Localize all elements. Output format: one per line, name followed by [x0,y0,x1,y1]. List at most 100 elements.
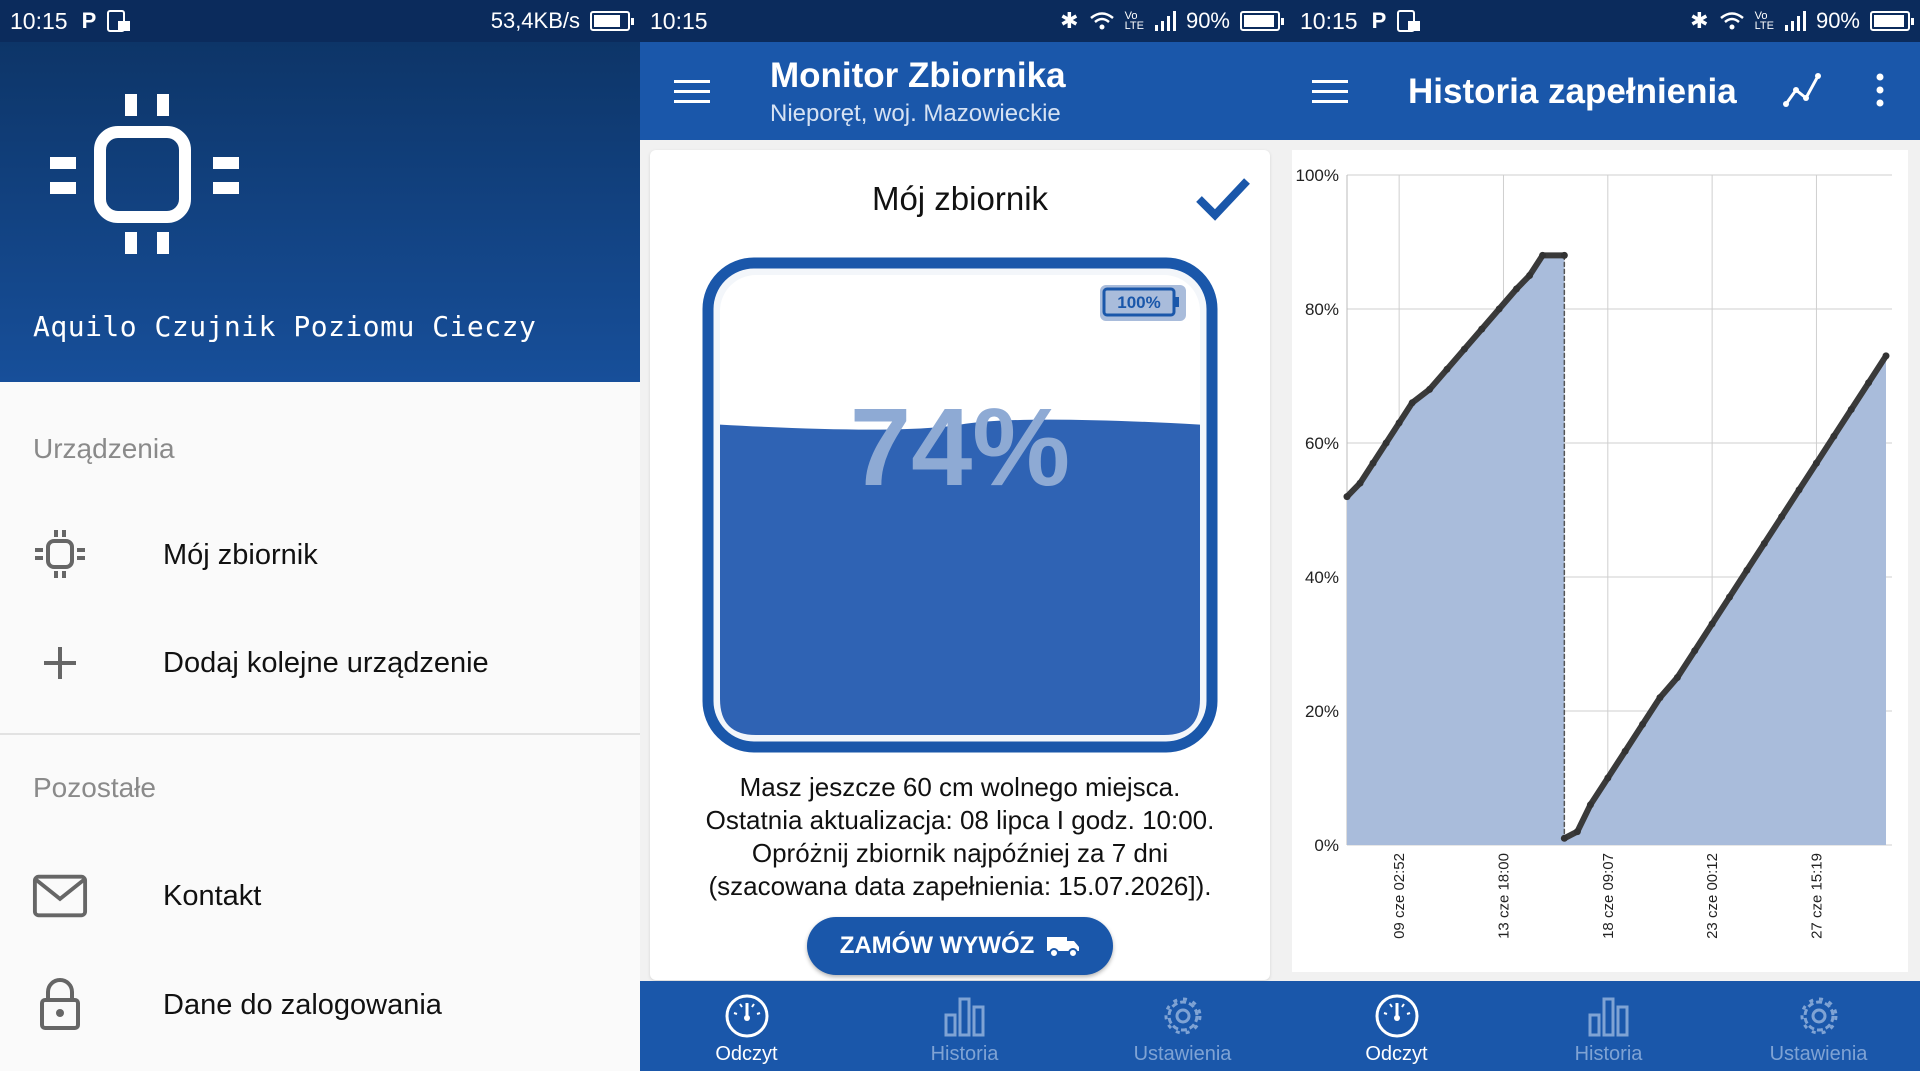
y-tick-label: 100% [1296,166,1339,185]
wifi-icon [1719,12,1744,30]
data-point [1513,285,1521,293]
fill-history-panel: 10:15 P ✱ Vo LTE 90% Historia zapełnienia… [1290,0,1920,1071]
nav-label: Odczyt [715,1043,778,1065]
status-time: 10:15 [650,7,708,34]
data-point [1495,305,1503,313]
section-others-label: Pozostałe [33,772,156,803]
data-point [1343,493,1351,501]
nav-tab-settings[interactable]: Ustawienia [1076,981,1289,1071]
sensor-icon [32,527,88,583]
tank-name: Mój zbiornik [871,180,1049,217]
nav-label: Historia [930,1043,999,1065]
data-point [1573,828,1581,836]
volte-icon: Vo LTE [1124,10,1144,32]
chart-mode-icon[interactable] [1782,70,1822,110]
data-point [1882,352,1890,360]
status-time: 10:15 [1300,7,1358,34]
data-point [1539,251,1547,259]
fill-history-chart: 0% 20% 40% 60% 80% 100% 09 cze 02:52 13 cze 18:… [1296,166,1920,939]
area-fill [1347,255,1886,845]
sensor-logo-icon [50,94,239,254]
battery-percent: 90% [1815,8,1860,33]
nav-tab-settings[interactable]: Ustawienia [1712,981,1920,1071]
app-bar-subtitle: Nieporęt, woj. Mazowieckie [770,100,1061,127]
status-time: 10:15 [10,7,68,34]
nav-label: Historia [1574,1043,1643,1065]
y-tick-label: 80% [1305,300,1339,319]
status-right: ✱ Vo LTE 90% [1690,8,1914,34]
section-divider [0,733,640,735]
data-point [1865,379,1873,387]
tank-card: Mój zbiornik 100% 74% Masz jeszcze 60 cm… [650,150,1270,980]
signal-icon [1784,11,1806,31]
plus-icon [32,635,88,691]
gear-icon [1800,997,1837,1035]
menu-hamburger-icon[interactable] [1312,80,1348,104]
x-tick-label: 23 cze 00:12 [1704,853,1721,939]
app-bar-title: Historia zapełnienia [1408,72,1737,111]
sim-icon [1397,10,1421,32]
gauge-icon [725,994,768,1038]
battery-badge-icon: 100% [1100,285,1186,321]
data-point [1795,486,1803,494]
menu-item-add-device[interactable]: Dodaj kolejne urządzenie [0,618,640,708]
data-point [1395,419,1403,427]
data-point [1382,439,1390,447]
bluetooth-icon: ✱ [1060,8,1079,33]
empty-deadline-text: Opróżnij zbiornik najpóźniej za 7 dni [751,838,1169,868]
x-tick-label: 18 cze 09:07 [1600,853,1617,939]
x-tick-label: 13 cze 18:00 [1495,853,1512,939]
data-point [1478,325,1486,333]
y-tick-label: 20% [1305,702,1339,721]
status-right: 53,4KB/s [490,8,634,34]
status-bar: 10:15 ✱ Vo LTE 90% [640,0,1290,42]
data-point [1526,272,1534,279]
nav-tab-reading[interactable]: Odczyt [1290,981,1503,1071]
data-point [1369,459,1377,467]
menu-item-login-data[interactable]: Dane do zalogowania [0,960,640,1050]
lock-icon [32,977,88,1033]
menu-item-contact[interactable]: Kontakt [0,851,640,941]
status-notification-icons: P [82,8,133,34]
nav-tab-reading[interactable]: Odczyt [640,981,853,1071]
checkmark-icon [1196,178,1250,221]
bluetooth-icon: ✱ [1690,8,1709,33]
envelope-icon [32,868,88,924]
nav-tab-history[interactable]: Historia [1502,981,1715,1071]
order-pickup-button[interactable]: ZAMÓW WYWÓZ [807,917,1113,975]
battery-badge-text: 100% [1117,293,1160,312]
data-point [1586,801,1594,809]
menu-item-label: Dodaj kolejne urządzenie [163,646,489,679]
menu-item-label: Dane do zalogowania [163,988,442,1021]
app-title: Aquilo Czujnik Poziomu Cieczy [33,310,537,343]
wifi-icon [1089,12,1114,30]
status-bar: 10:15 P 53,4KB/s [0,0,640,42]
data-point [1812,459,1820,467]
battery-icon [590,11,634,31]
data-point [1460,345,1468,353]
free-space-text: Masz jeszcze 60 cm wolnego miejsca. [739,772,1181,802]
data-point [1443,365,1451,373]
battery-icon [1870,11,1914,31]
fill-percent-text: 74% [850,386,1070,509]
menu-item-my-tank[interactable]: Mój zbiornik [0,510,640,600]
truck-icon [1047,937,1080,958]
data-point [1621,747,1629,755]
app-bar-title: Monitor Zbiornika [770,56,1066,95]
status-notification-icons: P [1372,8,1423,34]
data-point [1656,694,1664,702]
y-tick-label: 60% [1305,434,1339,453]
last-update-text: Ostatnia aktualizacja: 08 lipca I godz. … [705,805,1215,835]
more-options-icon[interactable] [1874,72,1886,108]
menu-item-label: Mój zbiornik [163,538,318,571]
nav-tab-history[interactable]: Historia [858,981,1071,1071]
network-speed: 53,4KB/s [490,8,580,33]
estimated-full-date-text: (szacowana data zapełnienia: 15.07.2026]… [708,871,1212,901]
x-tick-label: 27 cze 15:19 [1808,853,1825,939]
data-point [1639,720,1647,728]
bottom-navigation: Odczyt Historia Ustawienia [1290,981,1920,1071]
sim-icon [107,10,131,32]
menu-hamburger-icon[interactable] [674,80,710,104]
signal-icon [1154,11,1176,31]
data-point [1604,774,1612,782]
